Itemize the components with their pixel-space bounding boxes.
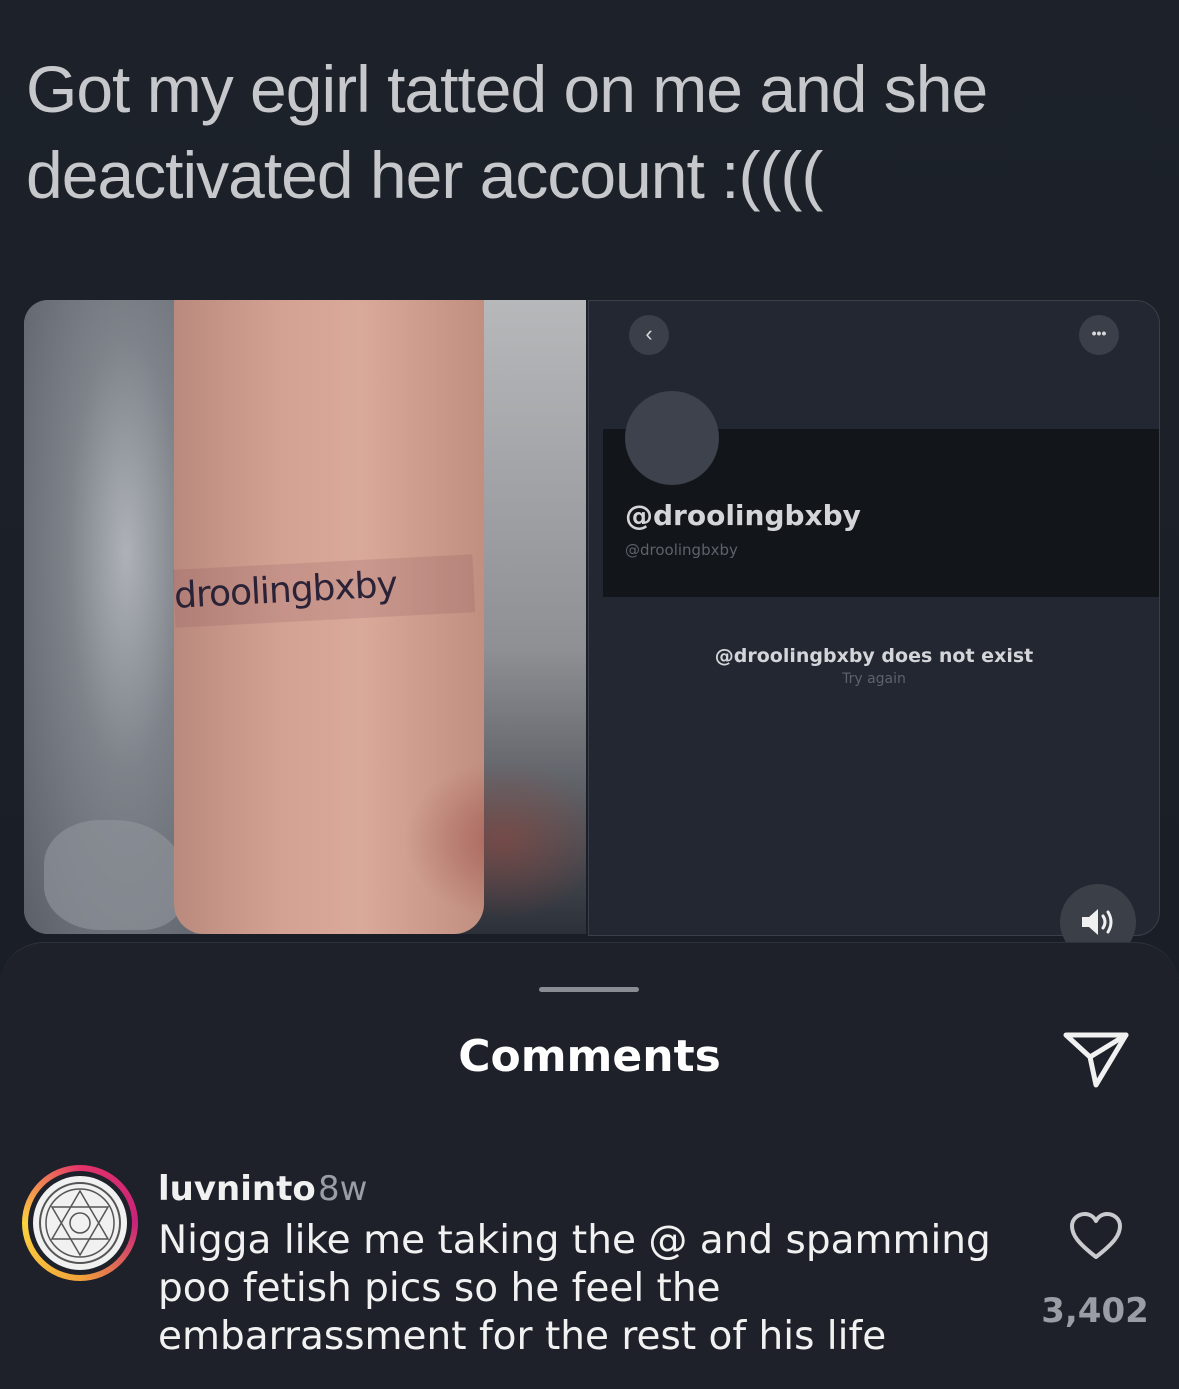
not-exist-message: @droolingbxby does not exist	[714, 645, 1034, 667]
avatar-image	[33, 1176, 127, 1270]
send-icon[interactable]	[1060, 1027, 1132, 1091]
more-dots-icon: •••	[1079, 315, 1119, 355]
comment-line: embarrassment for the rest of his life	[158, 1314, 887, 1359]
plastic-wrap-fold	[44, 820, 184, 930]
profile-screenshot: ‹ ••• @droolingbxby @droolingbxby @drool…	[588, 300, 1160, 936]
comment-time: 8w	[318, 1169, 368, 1209]
profile-handle: @droolingbxby	[625, 499, 861, 532]
avatar[interactable]	[22, 1165, 138, 1281]
tweet-line: deactivated her account :((((	[26, 138, 823, 212]
comments-title: Comments	[458, 1031, 721, 1082]
tweet-line: Got my egirl tatted on me and she	[26, 52, 988, 126]
tattoo-photo: droolingbxby	[24, 300, 586, 934]
profile-sub-handle: @droolingbxby	[625, 541, 738, 559]
avatar-gap	[28, 1171, 132, 1275]
speaker-icon-glyph	[1082, 909, 1113, 935]
transmutation-circle-icon	[39, 1182, 121, 1264]
chevron-left-icon: ‹	[629, 315, 669, 355]
ink-stain	[404, 760, 586, 920]
tweet-text: Got my egirl tatted on me and she deacti…	[26, 46, 1146, 218]
profile-avatar	[625, 391, 719, 485]
sheet-grabber[interactable]	[539, 987, 639, 992]
heart-icon[interactable]	[1068, 1211, 1124, 1261]
like-count: 3,402	[1041, 1291, 1149, 1331]
comments-sheet[interactable]: Comments luvninto 8w Nigga like me takin…	[0, 942, 1179, 1389]
post-media[interactable]: Got my egirl tatted on me and she deacti…	[0, 0, 1179, 1000]
comment-line: poo fetish pics so he feel the	[158, 1266, 721, 1311]
try-again-text: Try again	[842, 671, 906, 687]
comment-line: Nigga like me taking the @ and spamming	[158, 1218, 991, 1263]
comment-body: Nigga like me taking the @ and spamming …	[158, 1217, 1028, 1361]
comment-username[interactable]: luvninto	[158, 1169, 316, 1209]
